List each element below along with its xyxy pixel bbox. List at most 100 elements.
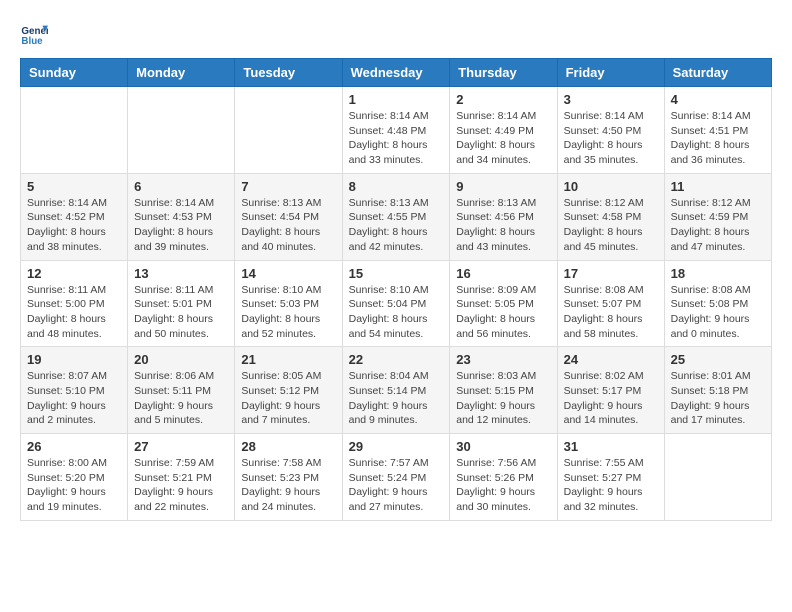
day-number: 20 [134,352,228,367]
day-number: 11 [671,179,765,194]
calendar-day-cell: 23 Sunrise: 8:03 AM Sunset: 5:15 PM Dayli… [450,347,557,434]
day-info: Sunrise: 8:09 AM Sunset: 5:05 PM Dayligh… [456,283,550,342]
day-info: Sunrise: 7:58 AM Sunset: 5:23 PM Dayligh… [241,456,335,515]
calendar-week-row: 5 Sunrise: 8:14 AM Sunset: 4:52 PM Daylig… [21,173,772,260]
logo: General Blue [20,20,52,48]
day-info: Sunrise: 8:02 AM Sunset: 5:17 PM Dayligh… [564,369,658,428]
day-number: 24 [564,352,658,367]
day-info: Sunrise: 8:00 AM Sunset: 5:20 PM Dayligh… [27,456,121,515]
calendar-day-cell: 2 Sunrise: 8:14 AM Sunset: 4:49 PM Daylig… [450,87,557,174]
calendar-week-row: 26 Sunrise: 8:00 AM Sunset: 5:20 PM Dayli… [21,434,772,521]
day-number: 9 [456,179,550,194]
calendar-day-cell: 3 Sunrise: 8:14 AM Sunset: 4:50 PM Daylig… [557,87,664,174]
day-number: 10 [564,179,658,194]
calendar-day-cell: 28Sunrise: 7:58 AM Sunset: 5:23 PM Dayli… [235,434,342,521]
weekday-header: Tuesday [235,59,342,87]
calendar-day-cell: 17 Sunrise: 8:08 AM Sunset: 5:07 PM Dayli… [557,260,664,347]
day-info: Sunrise: 8:13 AM Sunset: 4:56 PM Dayligh… [456,196,550,255]
day-info: Sunrise: 8:12 AM Sunset: 4:58 PM Dayligh… [564,196,658,255]
calendar-day-cell: 25 Sunrise: 8:01 AM Sunset: 5:18 PM Dayli… [664,347,771,434]
calendar-day-cell: 30 Sunrise: 7:56 AM Sunset: 5:26 PM Dayli… [450,434,557,521]
calendar-day-cell: 1 Sunrise: 8:14 AM Sunset: 4:48 PM Daylig… [342,87,450,174]
calendar-week-row: 12 Sunrise: 8:11 AM Sunset: 5:00 PM Dayli… [21,260,772,347]
day-info: Sunrise: 8:05 AM Sunset: 5:12 PM Dayligh… [241,369,335,428]
day-number: 4 [671,92,765,107]
day-info: Sunrise: 8:14 AM Sunset: 4:49 PM Dayligh… [456,109,550,168]
day-info: Sunrise: 8:08 AM Sunset: 5:08 PM Dayligh… [671,283,765,342]
day-number: 26 [27,439,121,454]
day-info: Sunrise: 8:08 AM Sunset: 5:07 PM Dayligh… [564,283,658,342]
calendar-day-cell: 29Sunrise: 7:57 AM Sunset: 5:24 PM Dayli… [342,434,450,521]
calendar-day-cell: 18 Sunrise: 8:08 AM Sunset: 5:08 PM Dayli… [664,260,771,347]
day-number: 17 [564,266,658,281]
weekday-header-row: SundayMondayTuesdayWednesdayThursdayFrid… [21,59,772,87]
calendar-day-cell [21,87,128,174]
calendar-day-cell: 16 Sunrise: 8:09 AM Sunset: 5:05 PM Dayli… [450,260,557,347]
calendar-day-cell: 26 Sunrise: 8:00 AM Sunset: 5:20 PM Dayli… [21,434,128,521]
day-info: Sunrise: 8:14 AM Sunset: 4:50 PM Dayligh… [564,109,658,168]
weekday-header: Saturday [664,59,771,87]
day-info: Sunrise: 8:14 AM Sunset: 4:53 PM Dayligh… [134,196,228,255]
day-info: Sunrise: 8:12 AM Sunset: 4:59 PM Dayligh… [671,196,765,255]
day-info: Sunrise: 8:03 AM Sunset: 5:15 PM Dayligh… [456,369,550,428]
calendar-day-cell [128,87,235,174]
calendar-day-cell [235,87,342,174]
calendar-day-cell: 8Sunrise: 8:13 AM Sunset: 4:55 PM Daylig… [342,173,450,260]
weekday-header: Thursday [450,59,557,87]
calendar-day-cell: 12 Sunrise: 8:11 AM Sunset: 5:00 PM Dayli… [21,260,128,347]
day-info: Sunrise: 7:56 AM Sunset: 5:26 PM Dayligh… [456,456,550,515]
day-number: 29 [349,439,444,454]
day-info: Sunrise: 8:14 AM Sunset: 4:48 PM Dayligh… [349,109,444,168]
day-info: Sunrise: 8:07 AM Sunset: 5:10 PM Dayligh… [27,369,121,428]
calendar-week-row: 19 Sunrise: 8:07 AM Sunset: 5:10 PM Dayli… [21,347,772,434]
calendar-day-cell: 10 Sunrise: 8:12 AM Sunset: 4:58 PM Dayli… [557,173,664,260]
calendar-day-cell [664,434,771,521]
day-number: 21 [241,352,335,367]
calendar-day-cell: 24 Sunrise: 8:02 AM Sunset: 5:17 PM Dayli… [557,347,664,434]
day-number: 12 [27,266,121,281]
day-number: 16 [456,266,550,281]
day-info: Sunrise: 8:14 AM Sunset: 4:51 PM Dayligh… [671,109,765,168]
day-number: 22 [349,352,444,367]
day-info: Sunrise: 8:13 AM Sunset: 4:54 PM Dayligh… [241,196,335,255]
calendar-day-cell: 21 Sunrise: 8:05 AM Sunset: 5:12 PM Dayli… [235,347,342,434]
day-number: 30 [456,439,550,454]
calendar-day-cell: 14 Sunrise: 8:10 AM Sunset: 5:03 PM Dayli… [235,260,342,347]
calendar-day-cell: 5 Sunrise: 8:14 AM Sunset: 4:52 PM Daylig… [21,173,128,260]
day-number: 1 [349,92,444,107]
day-info: Sunrise: 8:13 AM Sunset: 4:55 PM Dayligh… [349,196,444,255]
day-info: Sunrise: 8:11 AM Sunset: 5:00 PM Dayligh… [27,283,121,342]
day-number: 5 [27,179,121,194]
weekday-header: Wednesday [342,59,450,87]
svg-text:Blue: Blue [21,36,43,47]
day-number: 15 [349,266,444,281]
day-number: 3 [564,92,658,107]
calendar-day-cell: 20Sunrise: 8:06 AM Sunset: 5:11 PM Dayli… [128,347,235,434]
calendar-day-cell: 11 Sunrise: 8:12 AM Sunset: 4:59 PM Dayli… [664,173,771,260]
day-number: 2 [456,92,550,107]
day-info: Sunrise: 8:10 AM Sunset: 5:04 PM Dayligh… [349,283,444,342]
calendar-week-row: 1 Sunrise: 8:14 AM Sunset: 4:48 PM Daylig… [21,87,772,174]
day-number: 27 [134,439,228,454]
calendar-day-cell: 13Sunrise: 8:11 AM Sunset: 5:01 PM Dayli… [128,260,235,347]
day-number: 23 [456,352,550,367]
day-number: 31 [564,439,658,454]
calendar-day-cell: 22 Sunrise: 8:04 AM Sunset: 5:14 PM Dayli… [342,347,450,434]
calendar-day-cell: 7Sunrise: 8:13 AM Sunset: 4:54 PM Daylig… [235,173,342,260]
calendar-day-cell: 9 Sunrise: 8:13 AM Sunset: 4:56 PM Daylig… [450,173,557,260]
day-number: 14 [241,266,335,281]
calendar-table: SundayMondayTuesdayWednesdayThursdayFrid… [20,58,772,521]
calendar-day-cell: 27Sunrise: 7:59 AM Sunset: 5:21 PM Dayli… [128,434,235,521]
logo-icon: General Blue [20,20,48,48]
day-info: Sunrise: 8:14 AM Sunset: 4:52 PM Dayligh… [27,196,121,255]
day-number: 18 [671,266,765,281]
day-number: 25 [671,352,765,367]
day-number: 6 [134,179,228,194]
calendar-day-cell: 15 Sunrise: 8:10 AM Sunset: 5:04 PM Dayli… [342,260,450,347]
weekday-header: Monday [128,59,235,87]
day-info: Sunrise: 8:01 AM Sunset: 5:18 PM Dayligh… [671,369,765,428]
day-info: Sunrise: 8:04 AM Sunset: 5:14 PM Dayligh… [349,369,444,428]
weekday-header: Sunday [21,59,128,87]
day-number: 19 [27,352,121,367]
day-info: Sunrise: 8:10 AM Sunset: 5:03 PM Dayligh… [241,283,335,342]
